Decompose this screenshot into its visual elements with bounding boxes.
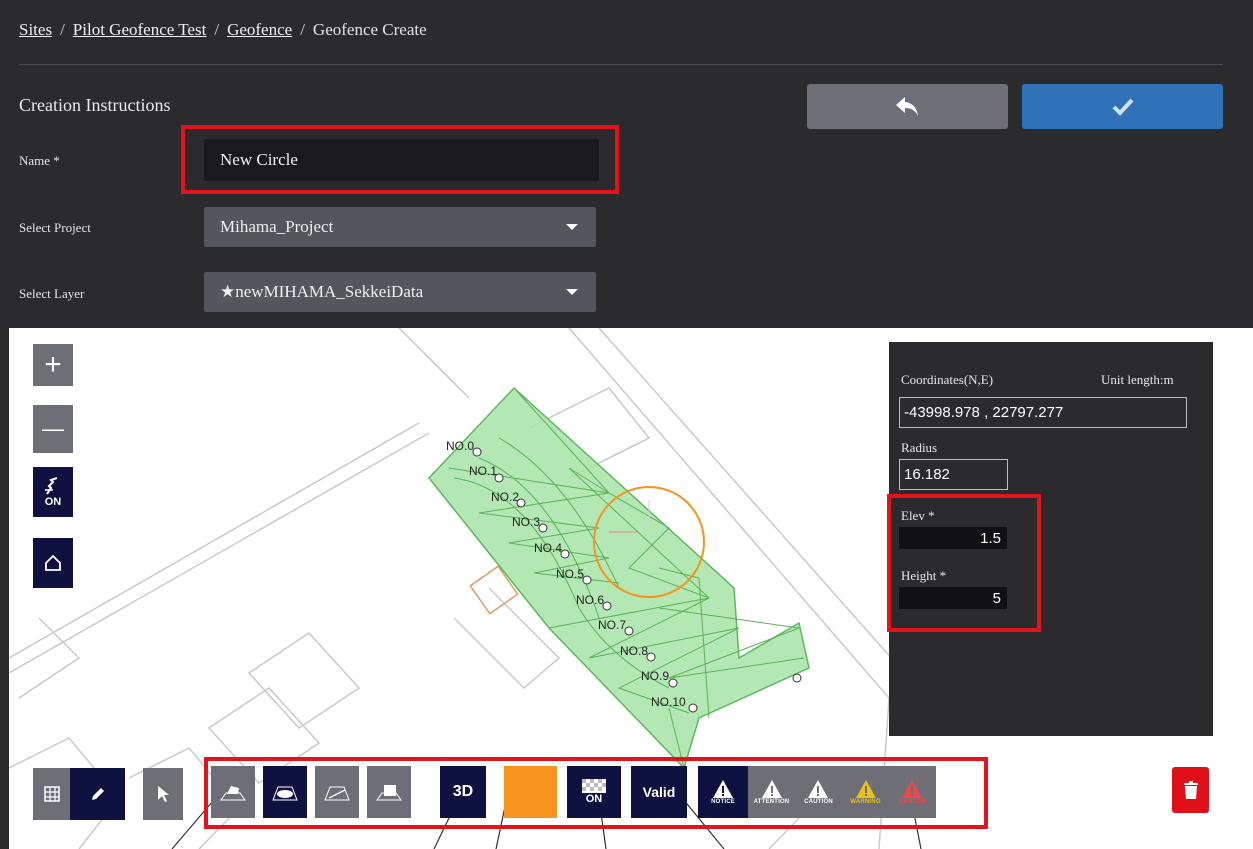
- zoom-in-button[interactable]: +: [33, 344, 73, 386]
- reply-arrow-icon: [895, 96, 918, 116]
- trash-icon: [1183, 781, 1198, 799]
- cursor-arrow-icon: [158, 786, 169, 802]
- confirm-button[interactable]: [1022, 84, 1223, 129]
- station-label: NO.1: [469, 464, 497, 478]
- name-label: Name *: [19, 153, 60, 168]
- breadcrumb-sites-link[interactable]: Sites: [19, 20, 52, 39]
- divider: [19, 64, 1223, 65]
- layer-select-value: ★newMIHAMA_SekkeiData: [220, 282, 424, 301]
- checkmark-icon: [1112, 98, 1133, 116]
- breadcrumb-geofence-link[interactable]: Geofence: [227, 20, 292, 39]
- station-label: NO.5: [556, 567, 584, 581]
- layer-select[interactable]: ★newMIHAMA_SekkeiData: [204, 272, 596, 312]
- station-label: NO.9: [641, 669, 669, 683]
- highlight-box-name: [181, 125, 619, 194]
- home-button[interactable]: [33, 538, 73, 588]
- layer-label: Select Layer: [19, 286, 85, 301]
- station-label: NO.6: [576, 593, 604, 607]
- coordinates-field[interactable]: -43998.978 , 22797.277: [899, 397, 1187, 428]
- geofence-polygon[interactable]: [428, 386, 810, 770]
- breadcrumb-separator: /: [300, 20, 305, 39]
- draw-mode-button[interactable]: [70, 768, 125, 820]
- radius-field[interactable]: 16.182: [899, 459, 1008, 490]
- station-label: NO.7: [598, 618, 626, 632]
- unit-length-label: Unit length:m: [1101, 372, 1174, 387]
- zoom-out-button[interactable]: —: [33, 405, 73, 453]
- breadcrumb-separator: /: [60, 20, 65, 39]
- snap-line-icon: [45, 477, 58, 495]
- select-mode-button[interactable]: [143, 768, 183, 820]
- breadcrumb-site-link[interactable]: Pilot Geofence Test: [73, 20, 207, 39]
- coordinates-label: Coordinates(N,E): [901, 372, 994, 387]
- project-label: Select Project: [19, 220, 91, 235]
- project-select[interactable]: Mihama_Project: [204, 207, 596, 247]
- station-label: NO.10: [651, 695, 686, 709]
- station-label: NO.0: [446, 439, 474, 453]
- grid-mode-button[interactable]: [33, 768, 70, 820]
- chevron-down-icon: [566, 224, 578, 230]
- breadcrumb-separator: /: [214, 20, 220, 39]
- pencil-icon: [91, 788, 104, 800]
- highlight-box-elev-height: [887, 494, 1041, 632]
- project-select-value: Mihama_Project: [220, 217, 334, 236]
- breadcrumb: Sites / Pilot Geofence Test / Geofence / Geofe…: [19, 20, 427, 40]
- highlight-box-toolbar: [204, 757, 988, 829]
- snap-toggle-label: ON: [44, 496, 62, 508]
- station-label: NO.2: [491, 490, 519, 504]
- back-button[interactable]: [807, 84, 1008, 129]
- breadcrumb-current: Geofence Create: [312, 20, 427, 39]
- station-label: NO.3: [512, 515, 540, 529]
- home-icon: [45, 554, 61, 571]
- page-title: Creation Instructions: [19, 95, 171, 115]
- chevron-down-icon: [566, 289, 578, 295]
- snap-toggle-button[interactable]: ON: [33, 467, 73, 517]
- station-label: NO.4: [534, 541, 562, 555]
- delete-button[interactable]: [1172, 767, 1209, 813]
- station-label: NO.8: [620, 644, 648, 658]
- grid-icon: [43, 786, 60, 802]
- radius-label: Radius: [901, 440, 938, 455]
